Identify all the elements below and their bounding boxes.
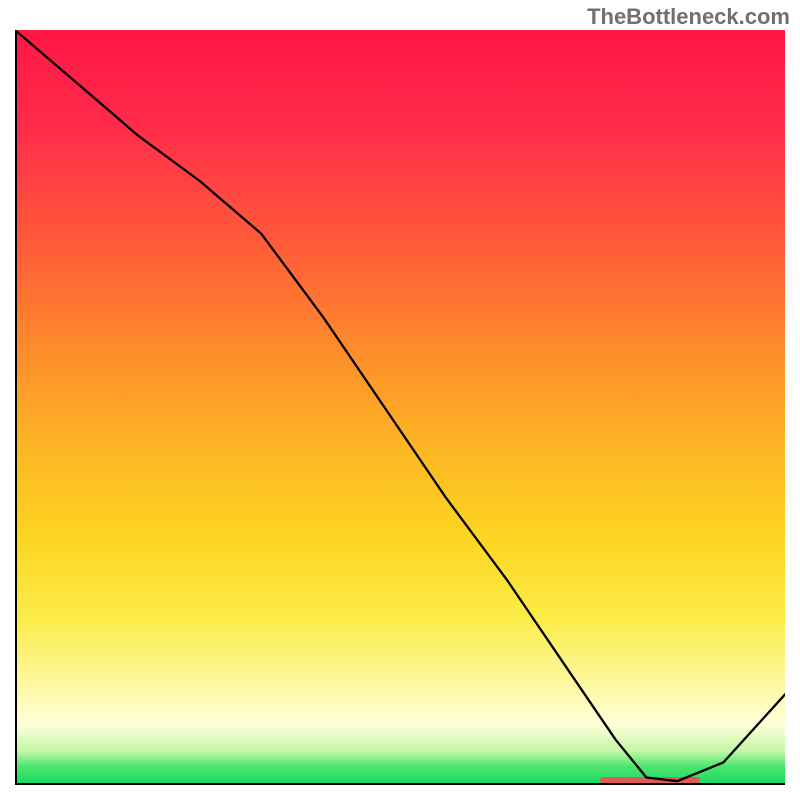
y-axis bbox=[15, 30, 17, 785]
watermark-text: TheBottleneck.com bbox=[587, 4, 790, 30]
bottleneck-chart: TheBottleneck.com bbox=[0, 0, 800, 800]
plot-area bbox=[15, 30, 785, 785]
curve-layer bbox=[15, 30, 785, 785]
x-axis bbox=[15, 783, 785, 785]
bottleneck-curve bbox=[15, 30, 785, 781]
